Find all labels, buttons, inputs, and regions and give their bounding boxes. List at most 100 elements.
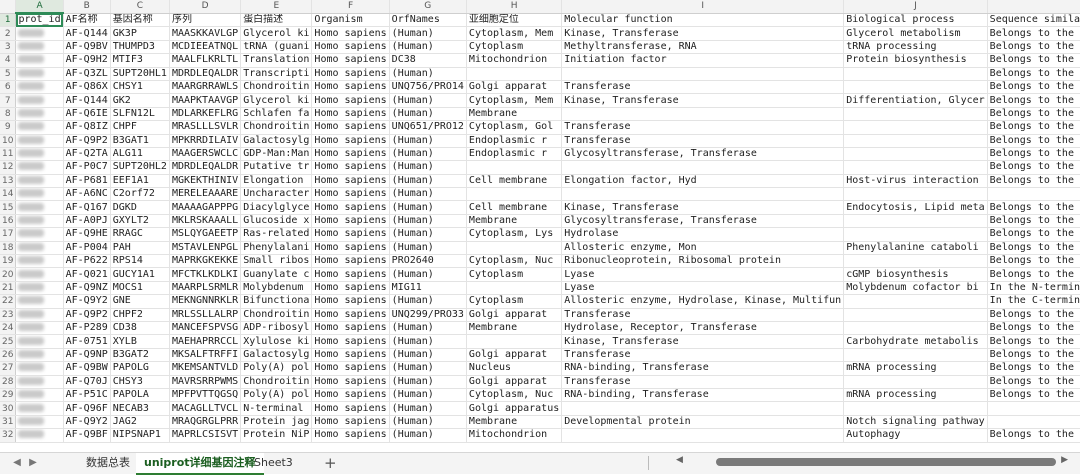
cell-d26[interactable]: MKSALFTRFFI [169,348,242,363]
column-header-h[interactable]: H [466,0,563,14]
cell-h15[interactable]: Cell membrane [466,200,563,215]
scroll-track[interactable] [686,458,1058,466]
cell-g21[interactable]: MIG11 [389,281,467,296]
column-header-a[interactable]: A [15,0,64,14]
cell-e2[interactable]: Glycerol ki [240,26,313,41]
cell-a3[interactable] [15,40,64,55]
cell-k12[interactable]: Belongs to the SPT20 family [987,160,1080,175]
cell-c22[interactable]: GNE [110,294,170,309]
cell-i9[interactable]: Transferase [561,120,845,135]
cell-f29[interactable]: Homo sapiens [311,388,390,403]
spreadsheet-grid[interactable]: ABCDEFGHIJKLMNOPQ 1prot_idAF名称基因名称序列蛋白描述… [0,0,1080,452]
cell-b13[interactable]: AF-P681 [63,174,111,189]
cell-f8[interactable]: Homo sapiens [311,107,390,122]
cell-g15[interactable]: (Human) [389,200,467,215]
cell-d2[interactable]: MAASKKAVLGP [169,26,242,41]
cell-g1[interactable]: OrfNames [389,13,467,28]
cell-b6[interactable]: AF-Q86X [63,80,111,95]
column-header-e[interactable]: E [240,0,313,14]
cell-i13[interactable]: Elongation factor, Hyd [561,174,845,189]
cell-i4[interactable]: Initiation factor [561,53,845,68]
cell-b31[interactable]: AF-Q9Y2 [63,415,111,430]
cell-k7[interactable]: Belongs to the FGGY kinase family [987,93,1080,108]
cell-g30[interactable]: (Human) [389,401,467,416]
cell-j26[interactable] [843,348,988,363]
row-header[interactable]: 29 [0,388,17,403]
cell-g7[interactable]: (Human) [389,93,467,108]
cell-e29[interactable]: Poly(A) pol [240,388,313,403]
cell-f25[interactable]: Homo sapiens [311,334,390,349]
cell-k31[interactable] [987,415,1080,430]
row-header[interactable]: 16 [0,214,17,229]
cell-i20[interactable]: Lyase [561,267,845,282]
cell-h3[interactable]: Cytoplasm [466,40,563,55]
cell-b28[interactable]: AF-Q70J [63,375,111,389]
cell-e1[interactable]: 蛋白描述 [240,13,313,28]
cell-c10[interactable]: B3GAT1 [110,134,170,148]
column-header-b[interactable]: B [63,0,111,14]
cell-f7[interactable]: Homo sapiens [311,93,390,108]
cell-h26[interactable]: Golgi apparat [466,348,563,363]
column-header-j[interactable]: J [843,0,988,14]
cell-b22[interactable]: AF-Q9Y2 [63,294,111,309]
cell-d14[interactable]: MERELEAAARE [169,187,242,202]
cell-i27[interactable]: RNA-binding, Transferase [561,361,845,376]
cell-c23[interactable]: CHPF2 [110,308,170,322]
cell-k9[interactable]: Belongs to the chondroitin N-acetylgalac… [987,120,1080,135]
cell-g4[interactable]: DC38 [389,53,467,68]
cell-k26[interactable]: Belongs to the glycosyltransferase 43 fa… [987,348,1080,363]
cell-e21[interactable]: Molybdenum [240,281,313,296]
cell-b3[interactable]: AF-Q9BV [63,40,111,55]
cell-d20[interactable]: MFCTKLKDLKI [169,267,242,282]
cell-j6[interactable] [843,80,988,95]
cell-f1[interactable]: Organism [311,13,390,28]
cell-g10[interactable]: (Human) [389,134,467,148]
cell-e8[interactable]: Schlafen fa [240,107,313,122]
column-header-i[interactable]: I [561,0,845,14]
cell-k5[interactable]: Belongs to the SPT20 family [987,67,1080,81]
cell-d13[interactable]: MGKEKTHINIV [169,174,242,189]
cell-b15[interactable]: AF-Q167 [63,200,111,215]
cell-i28[interactable]: Transferase [561,375,845,389]
cell-d4[interactable]: MAALFLKRLTL [169,53,242,68]
cell-a22[interactable] [15,294,64,309]
cell-g11[interactable]: (Human) [389,147,467,162]
row-header[interactable]: 4 [0,53,17,68]
cell-d17[interactable]: MSLQYGAEETP [169,227,242,242]
cell-f32[interactable]: Homo sapiens [311,428,390,443]
cell-h7[interactable]: Cytoplasm, Mem [466,93,563,108]
cell-d30[interactable]: MACAGLLTVCL [169,401,242,416]
cell-c6[interactable]: CHSY1 [110,80,170,95]
cell-g13[interactable]: (Human) [389,174,467,189]
cell-h25[interactable] [466,334,563,349]
cell-d11[interactable]: MAAGERSWCLC [169,147,242,162]
cell-i23[interactable]: Transferase [561,308,845,322]
cell-g14[interactable]: (Human) [389,187,467,202]
cell-e30[interactable]: N-terminal [240,401,313,416]
tab-sheet3[interactable]: Sheet3 [246,453,301,473]
cell-k13[interactable]: Belongs to the TRAFAC class translation … [987,174,1080,189]
cell-a29[interactable] [15,388,64,403]
row-header[interactable]: 10 [0,134,17,148]
cell-c1[interactable]: 基因名称 [110,13,170,28]
cell-j22[interactable] [843,294,988,309]
cell-h20[interactable]: Cytoplasm [466,267,563,282]
cell-h27[interactable]: Nucleus [466,361,563,376]
cell-a10[interactable] [15,134,64,148]
select-all-corner[interactable] [0,0,17,14]
cell-c7[interactable]: GK2 [110,93,170,108]
last-sheet-arrow-icon[interactable]: ▶ [26,456,40,470]
cell-k1[interactable]: Sequence similarities [987,13,1080,28]
cell-j2[interactable]: Glycerol metabolism [843,26,988,41]
cell-d7[interactable]: MAAPKTAAVGP [169,93,242,108]
cell-k10[interactable]: Belongs to the glycosyltransferase 43 fa… [987,134,1080,148]
cell-c20[interactable]: GUCY1A1 [110,267,170,282]
cell-f30[interactable]: Homo sapiens [311,401,390,416]
row-header[interactable]: 19 [0,254,17,269]
cell-c12[interactable]: SUPT20HL2 [110,160,170,175]
cell-k6[interactable]: Belongs to the chondroitin N-acetylgalac… [987,80,1080,95]
cell-a13[interactable] [15,174,64,189]
row-header[interactable]: 24 [0,321,17,336]
cell-i30[interactable] [561,401,845,416]
cell-d3[interactable]: MCDIEEATNQL [169,40,242,55]
